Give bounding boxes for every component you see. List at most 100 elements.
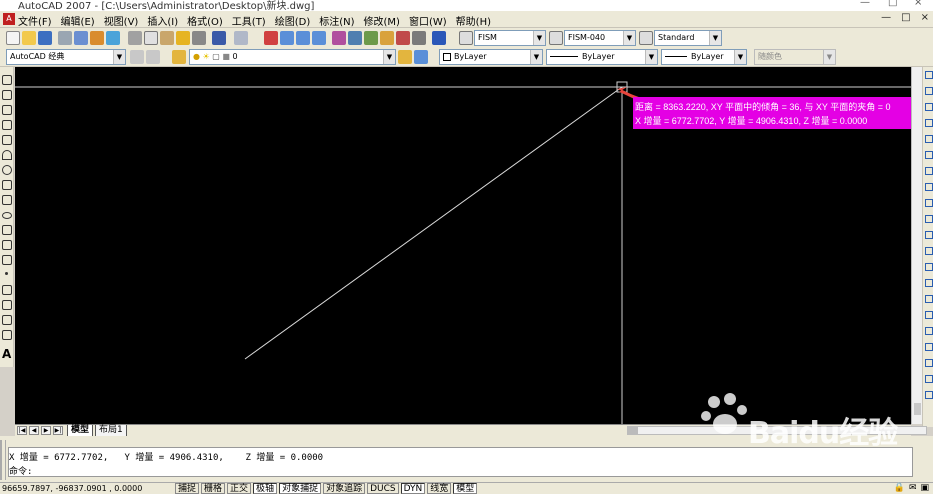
linetype-select[interactable]: ByLayer ▼ bbox=[546, 49, 658, 65]
arc-icon[interactable] bbox=[2, 150, 12, 160]
multiline-text-icon[interactable]: A bbox=[2, 347, 11, 361]
menu-edit[interactable]: 编辑(E) bbox=[61, 13, 95, 28]
layer-select[interactable]: ● ☀ ▢ ■ 0 ▼ bbox=[189, 49, 396, 65]
command-line[interactable]: X 增量 = 6772.7702, Y 增量 = 4906.4310, Z 增量… bbox=[8, 447, 913, 477]
offset-icon[interactable] bbox=[925, 119, 933, 127]
lock-icon[interactable]: 🔒 bbox=[894, 483, 905, 494]
circle-icon[interactable] bbox=[2, 165, 12, 175]
drawing-canvas[interactable]: 距离 = 8363.2220, XY 平面中的倾角 = 36, 与 XY 平面的… bbox=[15, 67, 911, 424]
scale-icon[interactable] bbox=[925, 183, 933, 191]
doc-minimize-button[interactable]: — bbox=[881, 12, 891, 23]
erase-icon[interactable] bbox=[925, 71, 933, 79]
menu-tools[interactable]: 工具(T) bbox=[232, 13, 266, 28]
toggle-otrack[interactable]: 对象追踪 bbox=[323, 483, 366, 494]
stretch-icon[interactable] bbox=[925, 199, 933, 207]
next-tab-button[interactable]: ▶ bbox=[41, 426, 51, 435]
toggle-osnap[interactable]: 对象捕捉 bbox=[279, 483, 322, 494]
rectangle-icon[interactable] bbox=[2, 135, 12, 145]
chamfer-icon[interactable] bbox=[925, 295, 933, 303]
dim-linear-icon[interactable] bbox=[925, 343, 933, 351]
save-icon[interactable] bbox=[38, 31, 52, 45]
prev-tab-button[interactable]: ◀ bbox=[29, 426, 39, 435]
array-icon[interactable] bbox=[925, 135, 933, 143]
undo-icon[interactable] bbox=[212, 31, 226, 45]
clean-screen-icon[interactable]: ▣ bbox=[920, 483, 929, 494]
calculator-icon[interactable] bbox=[412, 31, 426, 45]
publish-icon[interactable] bbox=[90, 31, 104, 45]
my-workspace-icon[interactable] bbox=[146, 50, 160, 64]
design-center-icon[interactable] bbox=[348, 31, 362, 45]
match-properties-icon[interactable] bbox=[176, 31, 190, 45]
horizontal-scrollbar[interactable] bbox=[627, 426, 927, 435]
layer-previous-icon[interactable] bbox=[414, 50, 428, 64]
menu-view[interactable]: 视图(V) bbox=[104, 13, 139, 28]
plot-preview-icon[interactable] bbox=[74, 31, 88, 45]
dim-style-select[interactable]: FISM-040 ▼ bbox=[564, 30, 636, 46]
insert-block-icon[interactable] bbox=[2, 240, 12, 250]
paste-icon[interactable] bbox=[160, 31, 174, 45]
make-block-icon[interactable] bbox=[2, 255, 12, 265]
menu-modify[interactable]: 修改(M) bbox=[364, 13, 400, 28]
line-tool-icon[interactable] bbox=[2, 75, 12, 85]
doc-restore-button[interactable]: □ bbox=[901, 12, 910, 23]
spline-icon[interactable] bbox=[2, 195, 12, 205]
cursor-coordinates[interactable]: 96659.7897, -96837.0901 , 0.0000 bbox=[2, 483, 142, 494]
help-icon[interactable] bbox=[432, 31, 446, 45]
color-select[interactable]: ByLayer ▼ bbox=[439, 49, 543, 65]
toggle-dyn[interactable]: DYN bbox=[400, 483, 426, 494]
toggle-grid[interactable]: 栅格 bbox=[201, 483, 226, 494]
command-input[interactable] bbox=[49, 462, 349, 474]
table-icon[interactable] bbox=[2, 330, 12, 340]
first-tab-button[interactable]: |◀ bbox=[17, 426, 27, 435]
lineweight-select[interactable]: ByLayer ▼ bbox=[661, 49, 747, 65]
cut-icon[interactable] bbox=[128, 31, 142, 45]
pan-icon[interactable] bbox=[264, 31, 278, 45]
menu-file[interactable]: 文件(F) bbox=[18, 13, 52, 28]
table-style-icon[interactable] bbox=[639, 31, 653, 45]
mirror-icon[interactable] bbox=[925, 103, 933, 111]
menu-window[interactable]: 窗口(W) bbox=[409, 13, 447, 28]
gradient-icon[interactable] bbox=[2, 300, 12, 310]
zoom-window-icon[interactable] bbox=[296, 31, 310, 45]
block-editor-icon[interactable] bbox=[192, 31, 206, 45]
3d-dwf-icon[interactable] bbox=[106, 31, 120, 45]
dim-style-icon[interactable] bbox=[549, 31, 563, 45]
minimize-button[interactable]: — bbox=[860, 0, 870, 8]
menu-format[interactable]: 格式(O) bbox=[187, 13, 223, 28]
break-icon[interactable] bbox=[925, 263, 933, 271]
hatch-icon[interactable] bbox=[2, 285, 12, 295]
toggle-polar[interactable]: 极轴 bbox=[253, 483, 278, 494]
properties-icon[interactable] bbox=[332, 31, 346, 45]
toggle-snap[interactable]: 捕捉 bbox=[175, 483, 200, 494]
region-icon[interactable] bbox=[2, 315, 12, 325]
menu-dimension[interactable]: 标注(N) bbox=[319, 13, 354, 28]
make-object-layer-current-icon[interactable] bbox=[398, 50, 412, 64]
extend-icon[interactable] bbox=[925, 231, 933, 239]
open-folder-icon[interactable] bbox=[22, 31, 36, 45]
break-at-point-icon[interactable] bbox=[925, 247, 933, 255]
text-style-select[interactable]: FISM ▼ bbox=[474, 30, 546, 46]
vertical-scrollbar-thumb[interactable] bbox=[914, 403, 921, 415]
markup-icon[interactable] bbox=[396, 31, 410, 45]
last-tab-button[interactable]: ▶| bbox=[53, 426, 63, 435]
autocad-app-icon[interactable]: A bbox=[3, 13, 15, 25]
new-file-icon[interactable] bbox=[6, 31, 20, 45]
table-style-select[interactable]: Standard ▼ bbox=[654, 30, 722, 46]
ellipse-arc-icon[interactable] bbox=[2, 225, 12, 235]
toggle-model-paper[interactable]: 模型 bbox=[453, 483, 478, 494]
workspace-settings-icon[interactable] bbox=[130, 50, 144, 64]
close-button[interactable]: × bbox=[914, 0, 922, 8]
polyline-icon[interactable] bbox=[2, 105, 12, 115]
doc-close-button[interactable]: × bbox=[921, 12, 929, 23]
toggle-ducs[interactable]: DUCS bbox=[367, 483, 399, 494]
toggle-lineweight[interactable]: 线宽 bbox=[427, 483, 452, 494]
horizontal-scrollbar-thumb[interactable] bbox=[628, 427, 638, 434]
maximize-button[interactable]: □ bbox=[888, 0, 897, 8]
copy-icon[interactable] bbox=[144, 31, 158, 45]
revision-cloud-icon[interactable] bbox=[2, 180, 12, 190]
ellipse-icon[interactable] bbox=[2, 212, 12, 219]
dim-angular-icon[interactable] bbox=[925, 391, 933, 399]
polygon-icon[interactable] bbox=[2, 120, 12, 130]
vertical-scrollbar[interactable] bbox=[911, 67, 922, 424]
toggle-ortho[interactable]: 正交 bbox=[227, 483, 252, 494]
